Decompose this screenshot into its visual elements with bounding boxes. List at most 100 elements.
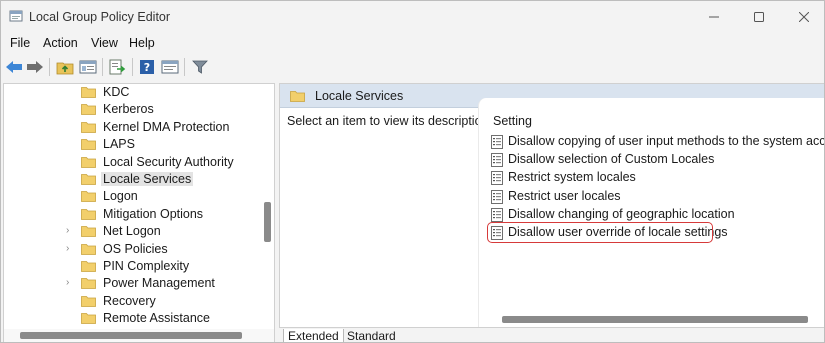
setting-label: Disallow selection of Custom Locales (508, 152, 715, 167)
close-button[interactable] (781, 1, 824, 32)
show-hide-tree-icon (79, 60, 97, 74)
export-list-icon (109, 59, 126, 75)
tree-item[interactable]: Remote Assistance (4, 310, 259, 327)
setting-label: Restrict system locales (508, 170, 636, 185)
policy-setting-icon (491, 189, 503, 204)
tree-item[interactable]: LAPS (4, 136, 259, 153)
settings-list: Setting Disallow copying of user input m… (478, 98, 824, 327)
tree-item[interactable]: Logon (4, 188, 259, 205)
setting-row[interactable]: Restrict system locales (491, 169, 824, 187)
help-button[interactable]: ? (137, 57, 157, 77)
settings-horizontal-scroll-thumb[interactable] (502, 316, 808, 323)
tree-item-label: Local Security Authority (103, 154, 234, 169)
tree-item[interactable]: › Power Management (4, 275, 259, 292)
tree-vertical-scroll-thumb[interactable] (264, 202, 271, 242)
settings-horizontal-scrollbar[interactable] (491, 315, 824, 325)
maximize-icon (754, 11, 764, 22)
tab-standard[interactable]: Standard (343, 329, 400, 342)
tree-item-label: Logon (103, 189, 138, 204)
tree-item-label: Kernel DMA Protection (103, 119, 230, 134)
tree-item-label: KDC (103, 85, 130, 99)
setting-label: Restrict user locales (508, 188, 621, 203)
tree-horizontal-scroll-thumb[interactable] (20, 332, 242, 339)
properties-icon (161, 60, 179, 74)
chevron-right-icon[interactable]: › (66, 225, 74, 236)
policy-setting-icon (491, 207, 503, 222)
tree-item[interactable]: Kernel DMA Protection (4, 119, 259, 136)
tab-extended[interactable]: Extended (283, 329, 344, 342)
highlight-annotation (487, 222, 713, 243)
group-policy-app-icon (9, 10, 23, 22)
folder-icon (81, 121, 96, 133)
minimize-icon (709, 16, 719, 17)
tree-pane[interactable]: KDC Kerberos Kernel DMA Protection LAPS Loca… (3, 83, 275, 342)
setting-row[interactable]: Restrict user locales (491, 188, 824, 206)
tree-item-label: LAPS (103, 137, 135, 152)
filter-button[interactable] (190, 57, 210, 77)
description-panel: Select an item to view its description. (280, 108, 492, 327)
tree-item-label: Net Logon (103, 224, 161, 239)
toolbar-separator (132, 58, 133, 76)
tree-item[interactable]: Recovery (4, 293, 259, 310)
menu-view[interactable]: View (91, 36, 118, 50)
chevron-right-icon[interactable]: › (66, 277, 74, 288)
window: Local Group Policy Editor File Action Vi… (0, 0, 825, 343)
tree-item[interactable]: KDC (4, 84, 259, 101)
close-icon (799, 11, 809, 22)
folder-icon (81, 278, 96, 290)
details-pane: Locale Services Select an item to view i… (279, 83, 824, 328)
policy-setting-icon (491, 153, 503, 168)
toolbar-separator (49, 58, 50, 76)
folder-icon (81, 295, 96, 307)
forward-button[interactable] (25, 57, 45, 77)
tree-item[interactable]: Local Security Authority (4, 154, 259, 171)
tree-item[interactable]: › OS Policies (4, 241, 259, 258)
tree-horizontal-scrollbar[interactable] (4, 329, 274, 342)
menu-bar: File Action View Help (1, 32, 824, 54)
menu-file[interactable]: File (10, 36, 30, 50)
view-tabs: Extended Standard (279, 328, 824, 342)
maximize-button[interactable] (736, 1, 782, 32)
export-list-button[interactable] (107, 57, 127, 77)
tree-vertical-scrollbar[interactable] (262, 84, 274, 329)
tree-item-label: Recovery (103, 293, 156, 308)
policy-setting-icon (491, 135, 503, 149)
svg-text:?: ? (144, 61, 150, 74)
tree-item-label: PIN Complexity (103, 259, 190, 273)
folder-icon (81, 243, 96, 255)
tree-item[interactable]: Mitigation Options (4, 206, 259, 223)
folder-icon (81, 87, 96, 98)
folder-icon (290, 91, 305, 102)
tree-item-label: Mitigation Options (103, 206, 204, 221)
minimize-button[interactable] (691, 1, 737, 32)
tree-item[interactable]: › Net Logon (4, 223, 259, 240)
filter-icon (192, 60, 208, 74)
menu-help[interactable]: Help (129, 36, 155, 50)
column-header-setting[interactable]: Setting (493, 114, 532, 128)
tree-item[interactable]: Locale Services (4, 171, 259, 188)
properties-button[interactable] (160, 57, 180, 77)
folder-icon (81, 191, 96, 203)
up-one-level-button[interactable] (55, 57, 75, 77)
toolbar-separator (102, 58, 103, 76)
toolbar: ? (1, 54, 824, 80)
back-button[interactable] (4, 57, 24, 77)
setting-row[interactable]: Disallow selection of Custom Locales (491, 151, 824, 169)
tree-item-label: Remote Assistance (103, 311, 210, 326)
window-title: Local Group Policy Editor (29, 10, 171, 24)
toolbar-separator (184, 58, 185, 76)
setting-row[interactable]: Disallow copying of user input methods t… (491, 133, 824, 151)
folder-icon (81, 208, 96, 220)
help-icon: ? (140, 60, 154, 74)
folder-icon (81, 104, 96, 116)
folder-icon (81, 139, 96, 151)
tree-item-label: OS Policies (103, 241, 168, 256)
policy-setting-icon (491, 171, 503, 186)
chevron-right-icon[interactable]: › (66, 243, 74, 254)
menu-action[interactable]: Action (43, 36, 78, 50)
folder-icon (81, 261, 96, 272)
tree-item[interactable]: Kerberos (4, 101, 259, 118)
details-title: Locale Services (315, 89, 404, 103)
tree-item[interactable]: PIN Complexity (4, 258, 259, 275)
show-hide-tree-button[interactable] (78, 57, 98, 77)
